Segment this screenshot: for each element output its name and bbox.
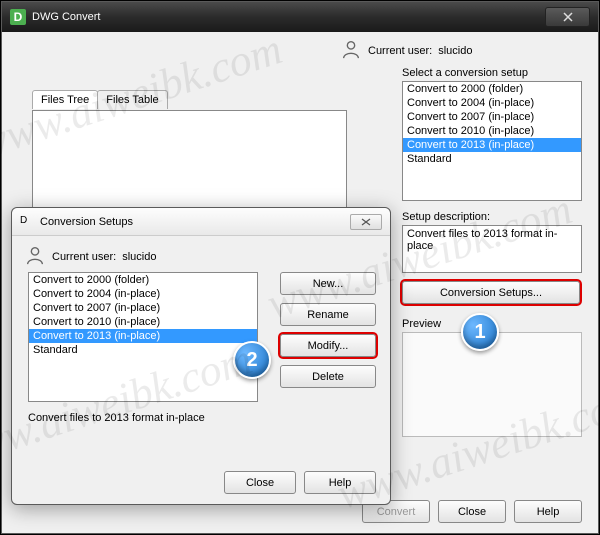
select-setup-label: Select a conversion setup bbox=[402, 67, 582, 79]
dialog-desc-text: Convert files to 2013 format in-place bbox=[28, 412, 205, 424]
tab-files-table[interactable]: Files Table bbox=[97, 90, 167, 109]
user-icon bbox=[24, 244, 46, 269]
tab-files-tree[interactable]: Files Tree bbox=[32, 90, 98, 109]
close-x-icon bbox=[563, 12, 573, 22]
setup-desc-box: Convert files to 2013 format in-place bbox=[402, 225, 582, 273]
list-item[interactable]: Convert to 2013 (in-place) bbox=[29, 329, 257, 343]
close-x-icon bbox=[361, 218, 371, 226]
close-button-main[interactable]: Close bbox=[438, 500, 506, 523]
dialog-title: Conversion Setups bbox=[40, 216, 133, 228]
titlebar[interactable]: D DWG Convert bbox=[2, 2, 598, 32]
list-item[interactable]: Convert to 2004 (in-place) bbox=[403, 96, 581, 110]
current-user-label: Current user: bbox=[52, 251, 116, 263]
preview-box bbox=[402, 332, 582, 437]
dialog-close-button[interactable] bbox=[350, 214, 382, 230]
app-icon: D bbox=[20, 215, 34, 229]
list-item[interactable]: Convert to 2013 (in-place) bbox=[403, 138, 581, 152]
list-item[interactable]: Standard bbox=[29, 343, 257, 357]
dialog-setup-list[interactable]: Convert to 2000 (folder)Convert to 2004 … bbox=[28, 272, 258, 402]
delete-button[interactable]: Delete bbox=[280, 365, 376, 388]
current-user-value: slucido bbox=[438, 45, 472, 57]
dialog-help-btn[interactable]: Help bbox=[304, 471, 376, 494]
list-item[interactable]: Convert to 2000 (folder) bbox=[403, 82, 581, 96]
conversion-setup-list[interactable]: Convert to 2000 (folder)Convert to 2004 … bbox=[402, 81, 582, 201]
current-user-value: slucido bbox=[122, 251, 156, 263]
list-item[interactable]: Standard bbox=[403, 152, 581, 166]
step-badge-2: 2 bbox=[233, 341, 271, 379]
user-icon bbox=[340, 38, 362, 63]
help-button-main[interactable]: Help bbox=[514, 500, 582, 523]
new-button[interactable]: New... bbox=[280, 272, 376, 295]
current-user-label: Current user: bbox=[368, 45, 432, 57]
dialog-titlebar[interactable]: D Conversion Setups bbox=[12, 208, 390, 236]
window-title: DWG Convert bbox=[32, 11, 100, 23]
close-button[interactable] bbox=[545, 7, 590, 27]
rename-button[interactable]: Rename bbox=[280, 303, 376, 326]
setup-desc-label: Setup description: bbox=[402, 211, 582, 223]
list-item[interactable]: Convert to 2000 (folder) bbox=[29, 273, 257, 287]
conversion-setups-button[interactable]: Conversion Setups... bbox=[402, 281, 580, 304]
list-item[interactable]: Convert to 2010 (in-place) bbox=[403, 124, 581, 138]
step-badge-1: 1 bbox=[461, 313, 499, 351]
modify-button[interactable]: Modify... bbox=[280, 334, 376, 357]
app-icon: D bbox=[10, 9, 26, 25]
list-item[interactable]: Convert to 2007 (in-place) bbox=[29, 301, 257, 315]
dialog-close-btn[interactable]: Close bbox=[224, 471, 296, 494]
list-item[interactable]: Convert to 2007 (in-place) bbox=[403, 110, 581, 124]
list-item[interactable]: Convert to 2004 (in-place) bbox=[29, 287, 257, 301]
conversion-setups-dialog: D Conversion Setups Current user: slucid… bbox=[11, 207, 391, 505]
list-item[interactable]: Convert to 2010 (in-place) bbox=[29, 315, 257, 329]
